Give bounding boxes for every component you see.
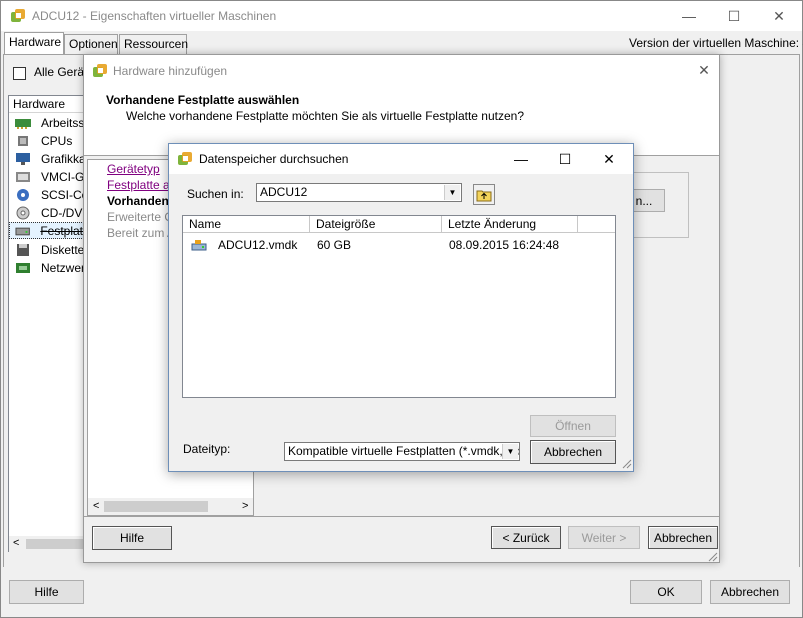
vm-version-label: Version der virtuellen Maschine: 8 <box>629 36 803 50</box>
tab-hardware[interactable]: Hardware <box>4 32 64 55</box>
table-row[interactable]: ADCU12.vmdk 60 GB 08.09.2015 16:24:48 <box>183 236 615 254</box>
wizard-titlebar: Hardware hinzufügen ✕ <box>84 55 719 85</box>
hardware-item-cpus[interactable]: CPUs <box>15 132 72 149</box>
scroll-left-icon[interactable]: < <box>13 537 19 549</box>
look-in-dropdown[interactable]: ADCU12 ▼ <box>256 183 462 202</box>
browse-close-button[interactable]: ✕ <box>587 145 631 173</box>
folder-up-icon <box>476 190 492 201</box>
show-all-checkbox[interactable] <box>13 67 26 80</box>
browse-titlebar: Datenspeicher durchsuchen — ☐ ✕ <box>169 144 633 174</box>
step-advanced-options: Erweiterte O <box>107 210 174 224</box>
hardware-item-label: Festplat <box>40 223 83 238</box>
scrollbar-thumb[interactable] <box>104 501 208 512</box>
column-header-size[interactable]: Dateigröße <box>310 216 442 233</box>
hardware-item-harddisk[interactable]: Festplat <box>9 222 84 239</box>
scroll-right-icon[interactable]: > <box>242 500 248 512</box>
datastore-browse-dialog: Datenspeicher durchsuchen — ☐ ✕ Suchen i… <box>168 143 634 472</box>
main-window-title: ADCU12 - Eigenschaften virtueller Maschi… <box>32 9 277 23</box>
main-help-button[interactable]: Hilfe <box>9 580 84 604</box>
hardware-item-vmci[interactable]: VMCI-Ge <box>15 168 91 185</box>
resize-grip-icon[interactable] <box>706 550 718 562</box>
hardware-item-label: Netzwer <box>41 260 86 275</box>
parent-folder-button[interactable] <box>473 184 495 205</box>
hard-disk-icon <box>15 227 30 235</box>
vsphere-logo-icon <box>11 9 25 22</box>
hardware-item-scsi[interactable]: SCSI-Co <box>15 186 88 203</box>
scrollbar-thumb[interactable] <box>26 539 84 549</box>
file-name-cell: ADCU12.vmdk <box>218 238 298 252</box>
wizard-next-button[interactable]: Weiter > <box>568 526 640 549</box>
chevron-down-icon[interactable]: ▼ <box>444 185 460 200</box>
hardware-item-label: Grafikka <box>41 151 86 166</box>
wizard-close-button[interactable]: ✕ <box>682 56 726 84</box>
browse-cancel-button[interactable]: Abbrechen <box>530 440 616 464</box>
step-device-type[interactable]: Gerätetyp <box>107 162 160 176</box>
tab-options[interactable]: Optionen <box>64 34 118 54</box>
chevron-down-icon[interactable]: ▼ <box>502 444 518 459</box>
filetype-label: Dateityp: <box>183 442 231 456</box>
hardware-item-label: CPUs <box>41 133 73 148</box>
wizard-footer-divider <box>84 516 719 517</box>
hardware-item-label: SCSI-Co <box>41 187 89 202</box>
step-ready: Bereit zum A <box>107 226 176 240</box>
filetype-dropdown[interactable]: Kompatible virtuelle Festplatten (*.vmdk… <box>284 442 520 461</box>
monitor-icon <box>16 152 30 165</box>
hardware-column-header[interactable]: Hardware <box>9 96 83 113</box>
look-in-label: Suchen in: <box>187 187 244 201</box>
column-header-name[interactable]: Name <box>183 216 310 233</box>
main-ok-button[interactable]: OK <box>630 580 702 604</box>
column-header-filler <box>578 216 615 233</box>
vmci-device-icon <box>16 171 30 182</box>
file-list: Name Dateigröße Letzte Änderung ADCU12.v… <box>182 215 616 398</box>
hardware-item-label: Diskette <box>41 242 85 257</box>
steps-scrollbar[interactable]: < > <box>88 498 253 515</box>
column-header-modified[interactable]: Letzte Änderung <box>442 216 578 233</box>
virtual-disk-icon <box>191 240 207 251</box>
filetype-value: Kompatible virtuelle Festplatten (*.vmdk… <box>288 444 520 458</box>
browse-maximize-button[interactable]: ☐ <box>543 145 587 173</box>
wizard-heading: Vorhandene Festplatte auswählen <box>106 93 300 107</box>
hardware-item-cddvd[interactable]: CD-/DVD <box>15 204 91 221</box>
hardware-item-memory[interactable]: Arbeitss <box>15 114 84 131</box>
cd-dvd-icon <box>16 206 30 219</box>
wizard-subheading: Welche vorhandene Festplatte möchten Sie… <box>126 109 525 123</box>
network-adapter-icon <box>16 262 30 273</box>
browse-minimize-button[interactable]: — <box>499 145 543 173</box>
step-existing-disk: Vorhanden <box>107 194 169 208</box>
scroll-left-icon[interactable]: < <box>93 500 99 512</box>
open-button[interactable]: Öffnen <box>530 415 616 437</box>
step-disk-selection[interactable]: Festplatte au <box>107 178 176 192</box>
cpu-icon <box>18 135 28 146</box>
minimize-button[interactable]: — <box>667 2 711 30</box>
wizard-help-button[interactable]: Hilfe <box>92 526 172 550</box>
memory-icon <box>15 118 31 129</box>
scsi-controller-icon <box>17 188 29 201</box>
wizard-title: Hardware hinzufügen <box>113 64 228 78</box>
close-button[interactable]: ✕ <box>757 2 801 30</box>
hardware-item-network[interactable]: Netzwer <box>15 259 85 276</box>
wizard-back-button[interactable]: < Zurück <box>491 526 561 549</box>
look-in-value: ADCU12 <box>260 185 308 199</box>
vsphere-logo-icon <box>93 64 107 77</box>
main-titlebar: ADCU12 - Eigenschaften virtueller Maschi… <box>1 1 802 31</box>
resize-grip-icon[interactable] <box>620 457 632 469</box>
browse-title: Datenspeicher durchsuchen <box>199 152 349 166</box>
floppy-icon <box>17 243 29 256</box>
hardware-item-floppy[interactable]: Diskette <box>15 241 84 258</box>
hardware-item-label: Arbeitss <box>41 115 85 130</box>
vsphere-logo-icon <box>178 152 192 165</box>
main-cancel-button[interactable]: Abbrechen <box>710 580 790 604</box>
file-modified-cell: 08.09.2015 16:24:48 <box>449 238 560 252</box>
hardware-list-scrollbar[interactable]: < <box>9 536 84 552</box>
tab-resources[interactable]: Ressourcen <box>119 34 188 54</box>
maximize-button[interactable]: ☐ <box>712 2 756 30</box>
wizard-cancel-button[interactable]: Abbrechen <box>648 526 718 549</box>
hardware-item-graphics[interactable]: Grafikka <box>15 150 86 167</box>
file-size-cell: 60 GB <box>317 238 352 252</box>
